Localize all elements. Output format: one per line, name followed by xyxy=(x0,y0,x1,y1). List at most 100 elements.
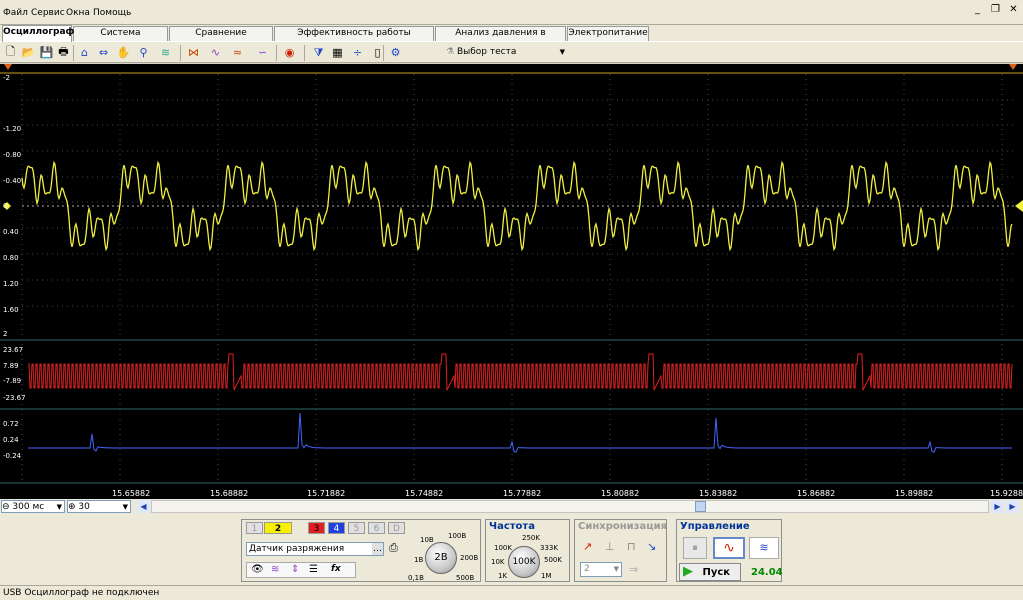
waves-icon[interactable]: ∿ xyxy=(208,45,223,60)
menu-windows[interactable]: Окна xyxy=(66,8,90,18)
right-marker-icon[interactable] xyxy=(1009,64,1017,70)
channel-tools: 👁 ≋ ⇕ ☰ fx xyxy=(246,562,356,578)
channel-button-3[interactable]: 3 xyxy=(308,522,325,534)
ch2-tick: -0.80 xyxy=(3,151,22,159)
scroll-end-icon[interactable]: ▶ xyxy=(1006,500,1019,513)
auto-sync-icon[interactable]: ↘ xyxy=(647,540,656,553)
frequency-title: Частота xyxy=(489,521,535,532)
test-select[interactable]: ⚗ Выбор теста ▼ xyxy=(446,44,569,61)
zoom-out-icon[interactable]: ⊖ xyxy=(2,502,10,512)
channel-button-4[interactable]: 4 xyxy=(328,522,345,534)
split-icon[interactable]: ÷ xyxy=(350,45,365,60)
sync-channel-value: 2 xyxy=(584,564,590,574)
export-icon[interactable]: ⎙ xyxy=(389,541,398,555)
ch2-tick: 0.40 xyxy=(3,228,19,236)
tab-cylinder-efficiency[interactable]: Эффективность работы цилиндров xyxy=(274,26,434,51)
channel-name-field[interactable]: Датчик разряжения … xyxy=(246,542,384,556)
ellipsis-button[interactable]: … xyxy=(372,543,383,555)
lines-icon[interactable]: ☰ xyxy=(309,564,318,575)
rising-edge-icon[interactable]: ↗ xyxy=(583,540,592,553)
start-button[interactable]: ▶ Пуск xyxy=(679,563,741,581)
voltage-label: 100В xyxy=(448,532,467,540)
menu-file[interactable]: Файл xyxy=(3,8,28,18)
ch2-right-marker-icon[interactable] xyxy=(1015,200,1023,212)
points-select[interactable]: ⊕ 30 ▼ xyxy=(67,500,131,513)
close-icon[interactable]: ✕ xyxy=(1006,3,1021,17)
chevron-down-icon: ▼ xyxy=(122,503,128,511)
voltage-knob[interactable]: 2В xyxy=(425,542,457,574)
menu-service[interactable]: Сервис xyxy=(31,8,65,18)
cursor-icon[interactable]: ⌂ xyxy=(77,45,92,60)
pause-button[interactable]: ⏸ xyxy=(683,537,707,559)
zoom-in-icon[interactable]: ⊕ xyxy=(68,502,76,512)
settings-icon[interactable]: ⚙ xyxy=(388,45,403,60)
channel-button-5[interactable]: 5 xyxy=(348,522,365,534)
frequency-label: 1K xyxy=(498,572,508,580)
tab-cylinder-compare[interactable]: Сравнение цилиндров xyxy=(169,26,273,51)
save-icon[interactable]: 💾 xyxy=(39,45,54,60)
print-icon[interactable]: 🖶 xyxy=(56,45,71,60)
funnel-icon[interactable]: ⧩ xyxy=(311,45,326,60)
frequency-knob[interactable]: 100K xyxy=(508,546,540,578)
oscilloscope-display[interactable]: 2 Датчик разряжения (В) 3 Датчик полож. … xyxy=(0,64,1023,499)
points-value: 30 xyxy=(78,502,90,512)
time-tick: 15.71882 xyxy=(307,489,346,498)
frequency-knob-value: 100K xyxy=(512,557,536,567)
tab-pressure-analysis[interactable]: Анализ давления в цилиндре xyxy=(435,26,566,51)
filter-icon[interactable]: ≋ xyxy=(158,45,173,60)
single-wave-button[interactable]: ∿ xyxy=(713,537,745,559)
arrow-right-icon[interactable]: ⇒ xyxy=(629,563,638,576)
tab-power[interactable]: Электропитание xyxy=(567,26,649,41)
menu-help[interactable]: Помощь xyxy=(93,8,131,18)
time-tick: 15.65882 xyxy=(112,489,151,498)
control-panel: 1 2 3 4 5 6 D Датчик разряжения … ⎙ 👁 ≋ … xyxy=(0,514,1023,585)
multi-wave-button[interactable]: ≋ xyxy=(749,537,779,559)
scrollbar-track[interactable] xyxy=(151,500,989,513)
ch2-tick: 2 xyxy=(3,330,8,338)
channel-button-6[interactable]: 6 xyxy=(368,522,385,534)
tab-bar: Осциллограф Система зажигания Сравнение … xyxy=(0,25,1023,51)
tab-ignition[interactable]: Система зажигания xyxy=(73,26,168,51)
time-tick: 15.74882 xyxy=(405,489,444,498)
toolbar: 🗋 📂 💾 🖶 ⌂ ⇔ ✋ ⚲ ≋ ⋈ ∿ ≈ ∽ ◉ ⧩ ▦ ÷ ▯ ⚙ ⚗ … xyxy=(0,41,1023,63)
spread-icon[interactable]: ⋈ xyxy=(186,45,201,60)
ch3-tick: 23.67 xyxy=(3,346,24,354)
scroll-right-icon[interactable]: ▶ xyxy=(991,500,1004,513)
scroll-left-icon[interactable]: ◀ xyxy=(137,500,150,513)
channel-button-digital[interactable]: D xyxy=(388,522,405,534)
maximize-icon[interactable]: ❐ xyxy=(988,3,1003,17)
sync-channel-select[interactable]: 2 ▼ xyxy=(580,562,622,577)
frequency-label: 1M xyxy=(541,572,552,580)
separator xyxy=(276,45,277,61)
function-icon[interactable]: fx xyxy=(331,564,341,574)
channel-button-2[interactable]: 2 xyxy=(264,522,292,534)
new-icon[interactable]: 🗋 xyxy=(3,45,18,60)
zoom-icon[interactable]: ⚲ xyxy=(136,45,151,60)
channel-button-1[interactable]: 1 xyxy=(246,522,263,534)
open-icon[interactable]: 📂 xyxy=(21,45,36,60)
table-icon[interactable]: ▦ xyxy=(330,45,345,60)
ch4-tick: -0.24 xyxy=(3,452,22,460)
compare-icon[interactable]: ≈ xyxy=(230,45,245,60)
auto-icon[interactable]: ◉ xyxy=(282,45,297,60)
measure-icon[interactable]: ⇔ xyxy=(96,45,111,60)
updown-icon[interactable]: ⇕ xyxy=(291,564,299,575)
falling-edge-icon[interactable]: ⊥ xyxy=(605,540,615,553)
left-marker-icon[interactable] xyxy=(4,64,12,70)
wave-icon[interactable]: ≋ xyxy=(271,564,279,575)
time-tick: 15.86882 xyxy=(797,489,836,498)
timebase-select[interactable]: ⊖ 300 мс ▼ xyxy=(1,500,65,513)
control-value: 24.04 xyxy=(751,567,783,578)
voltage-knob-value: 2В xyxy=(434,552,448,563)
tab-oscilloscope[interactable]: Осциллограф xyxy=(2,25,74,42)
hand-icon[interactable]: ✋ xyxy=(116,45,131,60)
frequency-label: 333K xyxy=(540,544,558,552)
eye-icon[interactable]: 👁 xyxy=(251,564,264,575)
channel-name-value: Датчик разряжения xyxy=(249,544,345,554)
ch2-tick: 1.20 xyxy=(3,280,19,288)
level-icon[interactable]: ⊓ xyxy=(627,540,636,553)
minimize-icon[interactable]: _ xyxy=(970,3,985,17)
invert-icon[interactable]: ∽ xyxy=(255,45,270,60)
ch4-label: 4 Датчик первого цилиндра (В) xyxy=(27,417,211,430)
scrollbar-thumb[interactable] xyxy=(695,501,706,512)
